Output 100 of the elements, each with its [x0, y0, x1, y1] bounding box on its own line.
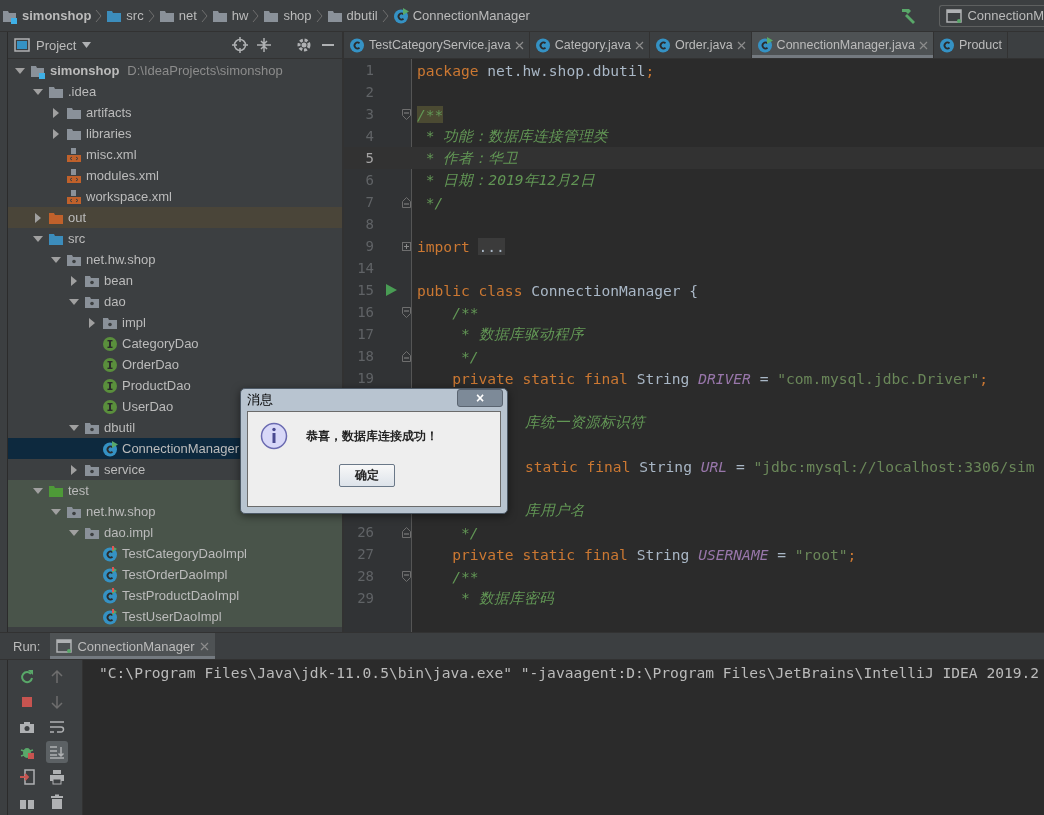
code-line: import ...: [416, 237, 505, 255]
tree-item[interactable]: modules.xml: [8, 165, 342, 186]
tree-item[interactable]: workspace.xml: [8, 186, 342, 207]
close-icon[interactable]: [199, 641, 209, 651]
run-label: Run:: [13, 638, 41, 654]
interface-icon: [102, 335, 118, 352]
breadcrumb-item[interactable]: simonshop: [2, 7, 92, 24]
runnable-class-icon: [102, 440, 118, 457]
tree-item[interactable]: dao: [8, 291, 342, 312]
tree-item[interactable]: TestUserDaoImpl: [8, 606, 342, 627]
tree-item[interactable]: simonshop D:\IdeaProjects\simonshop: [8, 60, 342, 81]
tree-item[interactable]: TestOrderDaoImpl: [8, 564, 342, 585]
breadcrumb-item[interactable]: hw: [211, 7, 249, 24]
fold-icon[interactable]: [402, 570, 411, 582]
fold-icon[interactable]: [402, 526, 411, 538]
tree-item[interactable]: src: [8, 228, 342, 249]
editor-tab[interactable]: Order.java: [649, 32, 752, 58]
tree-item[interactable]: out: [8, 207, 342, 228]
code-line: * 日期：2019年12月2日: [424, 170, 595, 190]
interface-icon: [102, 398, 118, 415]
run-configuration-dropdown[interactable]: ConnectionM: [939, 4, 1044, 27]
hammer-icon[interactable]: [899, 6, 918, 25]
code-line: */: [424, 193, 444, 211]
fold-icon[interactable]: [402, 350, 411, 362]
tree-item[interactable]: artifacts: [8, 102, 342, 123]
line-number: 5: [364, 150, 374, 166]
close-icon[interactable]: [918, 40, 928, 50]
breadcrumb-item[interactable]: ConnectionManager: [392, 7, 530, 24]
editor-tab[interactable]: Product: [933, 32, 1008, 58]
class-icon: [654, 37, 671, 53]
crosshair-icon[interactable]: [232, 37, 248, 53]
code-line: static final String URL = "jdbc:mysql://localhost:3306/sim: [524, 457, 1035, 475]
xml-file-icon: [66, 188, 82, 205]
panel-icon: [14, 38, 30, 52]
expand-fold-icon[interactable]: [402, 241, 411, 251]
breadcrumb-item[interactable]: dbutil: [326, 7, 378, 24]
editor-tab[interactable]: TestCategoryService.java: [344, 32, 530, 58]
console-line: "C:\Program Files\Java\jdk-11.0.5\bin\java.exe" "-javaagent:D:\Program Files\JetBrains\IntelliJ IDEA 2019.2: [99, 663, 1041, 683]
collapse-all-icon[interactable]: [256, 37, 272, 53]
code-line: * 数据库驱动程序: [459, 324, 584, 344]
test-class-icon: [102, 545, 118, 562]
code-line: private static final String DRIVER = "com.mysql.jdbc.Driver";: [451, 369, 989, 387]
separator-icon: [200, 8, 208, 23]
project-path: D:\IdeaProjects\simonshop: [127, 63, 283, 78]
xml-file-icon: [66, 146, 82, 163]
editor-tab[interactable]: Category.java: [529, 32, 650, 58]
separator-icon: [252, 8, 260, 23]
tree-item[interactable]: CategoryDao: [8, 333, 342, 354]
code-line: package net.hw.shop.dbutil;: [416, 61, 655, 79]
close-icon[interactable]: [634, 40, 644, 50]
runnable-class-icon: [392, 7, 409, 24]
test-class-icon: [102, 608, 118, 625]
window-icon: [946, 8, 963, 23]
interface-icon: [102, 356, 118, 373]
runnable-class-icon: [756, 37, 773, 53]
class-icon: [349, 37, 365, 53]
run-tab[interactable]: ConnectionManager: [50, 633, 215, 659]
run-icon[interactable]: [385, 284, 397, 296]
tree-item[interactable]: TestProductDaoImpl: [8, 585, 342, 606]
code-line: public class ConnectionManager {: [416, 281, 699, 299]
breadcrumb-item[interactable]: shop: [263, 7, 312, 24]
close-icon[interactable]: [514, 40, 524, 50]
tree-item[interactable]: TestCategoryDaoImpl: [8, 543, 342, 564]
close-button[interactable]: ×: [457, 389, 503, 407]
tree-item[interactable]: .idea: [8, 81, 342, 102]
settings-icon[interactable]: [296, 37, 312, 53]
tree-item[interactable]: impl: [8, 312, 342, 333]
xml-file-icon: [66, 167, 82, 184]
code-line: * 作者：华卫: [424, 148, 519, 168]
ok-button[interactable]: 确定: [339, 464, 395, 487]
tree-item[interactable]: OrderDao: [8, 354, 342, 375]
code-line: * 数据库密码: [459, 588, 554, 608]
project-view-dropdown[interactable]: Project: [14, 37, 92, 53]
tree-item[interactable]: libraries: [8, 123, 342, 144]
dialog-title: 消息: [247, 391, 273, 409]
tree-item[interactable]: dao.impl: [8, 522, 342, 543]
code-line: private static final String USERNAME = "root";: [451, 545, 857, 563]
separator-icon: [147, 8, 155, 23]
code-line: * 功能：数据库连接管理类: [424, 126, 609, 146]
tree-item[interactable]: net.hw.shop: [8, 249, 342, 270]
fold-icon[interactable]: [402, 306, 411, 318]
close-icon[interactable]: [736, 40, 746, 50]
tree-item[interactable]: bean: [8, 270, 342, 291]
window-icon: [56, 639, 73, 653]
fold-icon[interactable]: [402, 196, 411, 208]
info-icon: [260, 422, 288, 450]
separator-icon: [381, 8, 389, 23]
code-line: */: [459, 523, 479, 541]
breadcrumb-item[interactable]: src: [106, 7, 144, 24]
separator-icon: [315, 8, 323, 23]
scroll-to-end-icon[interactable]: [46, 741, 68, 763]
test-class-icon: [102, 587, 118, 604]
tree-item[interactable]: misc.xml: [8, 144, 342, 165]
tree-item[interactable]: service: [8, 459, 342, 480]
class-icon: [938, 37, 955, 53]
interface-icon: [102, 377, 118, 394]
breadcrumb-item[interactable]: net: [158, 7, 197, 24]
code-line: /**: [451, 567, 479, 585]
fold-icon[interactable]: [402, 108, 411, 120]
editor-tab[interactable]: ConnectionManager.java: [751, 32, 934, 58]
